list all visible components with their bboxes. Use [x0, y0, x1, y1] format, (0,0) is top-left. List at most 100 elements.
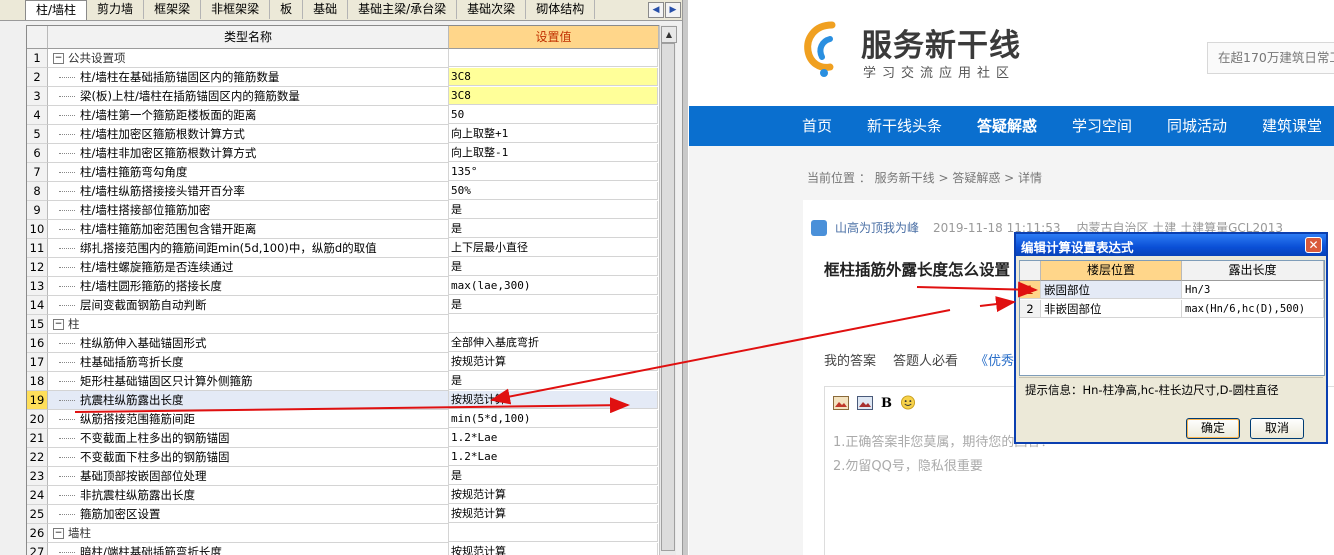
setting-value-cell[interactable]: 135° — [449, 163, 658, 181]
type-name-cell[interactable]: 箍筋加密区设置 — [48, 505, 449, 524]
expand-minus-icon[interactable]: − — [53, 528, 64, 539]
type-name-cell[interactable]: 柱/墙柱在基础插筋锚固区内的箍筋数量 — [48, 68, 449, 87]
scroll-up-arrow-icon[interactable]: ▲ — [661, 26, 677, 43]
tab-scroll-left-icon[interactable]: ◀ — [648, 2, 664, 18]
table-row[interactable]: 22 不变截面下柱多出的钢筋锚固 1.2*Lae — [27, 448, 659, 467]
site-search-input[interactable]: 在超170万建筑日常工 — [1207, 42, 1334, 74]
image-icon[interactable] — [857, 395, 873, 410]
table-row[interactable]: 3 梁(板)上柱/墙柱在插筋锚固区内的箍筋数量 3C8 — [27, 87, 659, 106]
table-row[interactable]: 8 柱/墙柱纵筋搭接接头错开百分率 50% — [27, 182, 659, 201]
setting-value-cell[interactable]: 是 — [449, 372, 658, 390]
tab-2[interactable]: 框架梁 — [144, 0, 202, 19]
setting-value-cell[interactable]: 是 — [449, 467, 658, 485]
setting-value-cell[interactable]: 1.2*Lae — [449, 429, 658, 447]
table-row[interactable]: 18 矩形柱基础锚固区只计算外侧箍筋 是 — [27, 372, 659, 391]
floor-position-cell[interactable]: 嵌固部位 — [1041, 281, 1182, 299]
setting-value-cell[interactable]: 50% — [449, 182, 658, 200]
tab-my-answer[interactable]: 我的答案 — [824, 354, 876, 369]
setting-value-cell[interactable]: 是 — [449, 296, 658, 314]
setting-value-cell[interactable]: 3C8 — [449, 68, 658, 86]
type-name-cell[interactable]: 柱/墙柱搭接部位箍筋加密 — [48, 201, 449, 220]
image-icon[interactable] — [833, 395, 849, 410]
table-row[interactable]: 23 基础顶部按嵌固部位处理 是 — [27, 467, 659, 486]
type-name-cell[interactable]: 柱基础插筋弯折长度 — [48, 353, 449, 372]
ok-button[interactable]: 确定 — [1186, 418, 1240, 439]
tab-excellent[interactable]: 《优秀 — [975, 354, 1014, 369]
close-icon[interactable]: ✕ — [1305, 237, 1322, 253]
tab-must-read[interactable]: 答题人必看 — [893, 354, 958, 369]
table-row[interactable]: 10 柱/墙柱箍筋加密范围包含错开距离 是 — [27, 220, 659, 239]
setting-value-cell[interactable] — [449, 524, 658, 542]
table-row[interactable]: 17 柱基础插筋弯折长度 按规范计算 — [27, 353, 659, 372]
type-name-cell[interactable]: − 公共设置项 — [48, 49, 449, 68]
table-row[interactable]: 24 非抗震柱纵筋露出长度 按规范计算 — [27, 486, 659, 505]
setting-value-cell[interactable]: 按规范计算 — [449, 486, 658, 504]
tab-6[interactable]: 基础主梁/承台梁 — [348, 0, 458, 19]
table-group-row[interactable]: 1− 公共设置项 — [27, 49, 659, 68]
type-name-cell[interactable]: 柱/墙柱箍筋弯勾角度 — [48, 163, 449, 182]
table-row[interactable]: 7 柱/墙柱箍筋弯勾角度 135° — [27, 163, 659, 182]
nav-item-4[interactable]: 同城活动 — [1167, 106, 1227, 146]
site-logo-title[interactable]: 服务新干线 — [861, 20, 1021, 65]
table-row[interactable]: 25 箍筋加密区设置 按规范计算 — [27, 505, 659, 524]
table-row[interactable]: 13 柱/墙柱圆形箍筋的搭接长度 max(lae,300) — [27, 277, 659, 296]
type-name-cell[interactable]: 抗震柱纵筋露出长度 — [48, 391, 449, 410]
type-name-cell[interactable]: 不变截面上柱多出的钢筋锚固 — [48, 429, 449, 448]
type-name-cell[interactable]: 层间变截面钢筋自动判断 — [48, 296, 449, 315]
dialog-titlebar[interactable]: 编辑计算设置表达式 ✕ — [1016, 234, 1326, 256]
type-name-cell[interactable]: 矩形柱基础锚固区只计算外侧箍筋 — [48, 372, 449, 391]
type-name-cell[interactable]: 柱/墙柱箍筋加密范围包含错开距离 — [48, 220, 449, 239]
nav-item-5[interactable]: 建筑课堂 — [1262, 106, 1322, 146]
setting-value-cell[interactable]: 向上取整+1 — [449, 125, 658, 143]
type-name-cell[interactable]: 不变截面下柱多出的钢筋锚固 — [48, 448, 449, 467]
nav-item-3[interactable]: 学习空间 — [1072, 106, 1132, 146]
setting-value-cell[interactable]: 全部伸入基底弯折 — [449, 334, 658, 352]
type-name-cell[interactable]: 柱/墙柱螺旋箍筋是否连续通过 — [48, 258, 449, 277]
setting-value-cell[interactable]: max(lae,300) — [449, 277, 658, 295]
table-row[interactable]: 12 柱/墙柱螺旋箍筋是否连续通过 是 — [27, 258, 659, 277]
table-row[interactable]: 21 不变截面上柱多出的钢筋锚固 1.2*Lae — [27, 429, 659, 448]
expand-minus-icon[interactable]: − — [53, 53, 64, 64]
pane-splitter[interactable] — [682, 0, 688, 555]
tab-0[interactable]: 柱/墙柱 — [25, 0, 88, 20]
table-row[interactable]: 1 嵌固部位 Hn/3 — [1020, 281, 1324, 300]
table-row[interactable]: 11 绑扎搭接范围内的箍筋间距min(5d,100)中，纵筋d的取值 上下层最小直径 — [27, 239, 659, 258]
type-name-cell[interactable]: 柱纵筋伸入基础锚固形式 — [48, 334, 449, 353]
table-group-row[interactable]: 15− 柱 — [27, 315, 659, 334]
setting-value-cell[interactable]: 按规范计算 — [449, 391, 658, 409]
table-row[interactable]: 14 层间变截面钢筋自动判断 是 — [27, 296, 659, 315]
nav-item-2[interactable]: 答疑解惑 — [977, 106, 1037, 146]
type-name-cell[interactable]: 柱/墙柱圆形箍筋的搭接长度 — [48, 277, 449, 296]
type-name-cell[interactable]: 基础顶部按嵌固部位处理 — [48, 467, 449, 486]
tab-8[interactable]: 砌体结构 — [526, 0, 596, 19]
emoji-icon[interactable] — [900, 395, 916, 410]
nav-item-1[interactable]: 新干线头条 — [867, 106, 942, 146]
tab-3[interactable]: 非框架梁 — [201, 0, 271, 19]
table-row[interactable]: 5 柱/墙柱加密区箍筋根数计算方式 向上取整+1 — [27, 125, 659, 144]
floor-position-cell[interactable]: 非嵌固部位 — [1041, 300, 1182, 318]
table-row[interactable]: 19 抗震柱纵筋露出长度 按规范计算 — [27, 391, 659, 410]
type-name-cell[interactable]: − 墙柱 — [48, 524, 449, 543]
table-row[interactable]: 6 柱/墙柱非加密区箍筋根数计算方式 向上取整-1 — [27, 144, 659, 163]
type-name-cell[interactable]: − 柱 — [48, 315, 449, 334]
setting-value-cell[interactable]: 按规范计算 — [449, 505, 658, 523]
nav-item-0[interactable]: 首页 — [802, 106, 832, 146]
table-row[interactable]: 16 柱纵筋伸入基础锚固形式 全部伸入基底弯折 — [27, 334, 659, 353]
type-name-cell[interactable]: 非抗震柱纵筋露出长度 — [48, 486, 449, 505]
scroll-thumb[interactable] — [661, 43, 675, 551]
setting-value-cell[interactable]: 是 — [449, 220, 658, 238]
tab-scroll-right-icon[interactable]: ▶ — [665, 2, 681, 18]
bold-icon[interactable]: B — [881, 396, 892, 411]
exposed-length-cell[interactable]: max(Hn/6,hc(D),500) — [1182, 300, 1324, 318]
table-vertical-scrollbar[interactable]: ▲ — [659, 25, 677, 555]
table-row[interactable]: 2 非嵌固部位 max(Hn/6,hc(D),500) — [1020, 300, 1324, 319]
setting-value-cell[interactable]: 按规范计算 — [449, 543, 658, 555]
tab-5[interactable]: 基础 — [303, 0, 349, 19]
setting-value-cell[interactable]: 50 — [449, 106, 658, 124]
setting-value-cell[interactable] — [449, 49, 658, 67]
exposed-length-cell[interactable]: Hn/3 — [1182, 281, 1324, 299]
type-name-cell[interactable]: 梁(板)上柱/墙柱在插筋锚固区内的箍筋数量 — [48, 87, 449, 106]
type-name-cell[interactable]: 纵筋搭接范围箍筋间距 — [48, 410, 449, 429]
type-name-cell[interactable]: 柱/墙柱非加密区箍筋根数计算方式 — [48, 144, 449, 163]
setting-value-cell[interactable]: 3C8 — [449, 87, 658, 105]
